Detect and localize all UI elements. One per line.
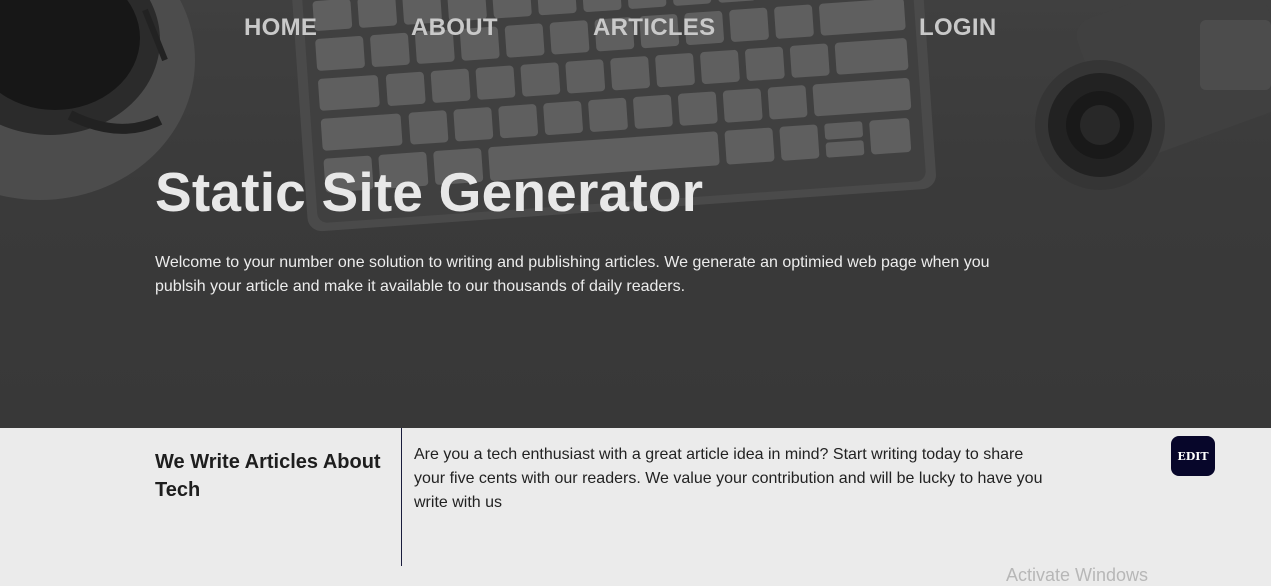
nav-home-link[interactable]: HOME [244,14,317,42]
hero-section: HOME ABOUT ARTICLES LOGIN Static Site Ge… [0,0,1271,428]
info-heading: We Write Articles About Tech [155,451,381,501]
info-section: We Write Articles About Tech Are you a t… [0,428,1271,586]
nav-login-link[interactable]: LOGIN [919,14,997,42]
section-divider [401,428,402,566]
info-text: Are you a tech enthusiast with a great a… [414,446,1043,511]
nav-about-link[interactable]: ABOUT [411,14,498,42]
activate-windows-watermark: Activate Windows [1006,565,1149,585]
hero-description: Welcome to your number one solution to w… [155,254,990,295]
main-navigation: HOME ABOUT ARTICLES LOGIN [0,14,1271,44]
edit-button[interactable]: EDIT [1171,436,1215,476]
hero-title: Static Site Generator [155,161,704,223]
nav-articles-link[interactable]: ARTICLES [593,14,715,42]
